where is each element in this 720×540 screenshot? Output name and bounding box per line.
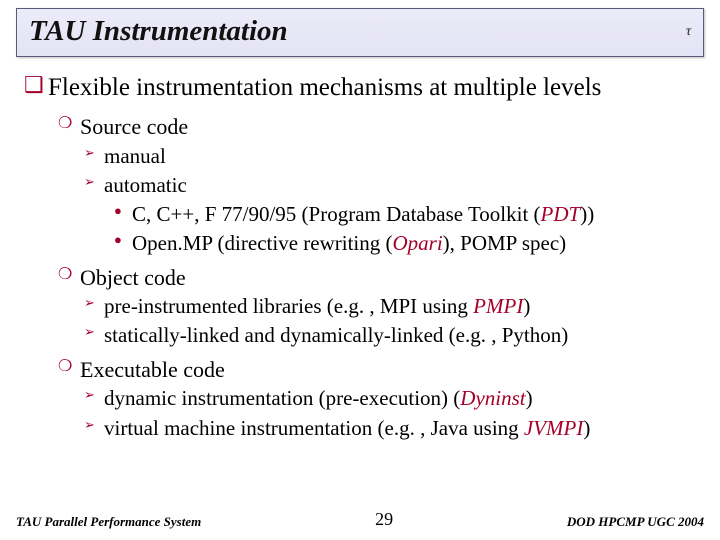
slide-footer: TAU Parallel Performance System 29 DOD H… — [0, 509, 720, 530]
bullet-level3: ➢ dynamic instrumentation (pre-execution… — [84, 385, 696, 412]
level3-text: dynamic instrumentation (pre-execution) … — [104, 385, 533, 412]
bullet-level2: ❍ Source code — [58, 113, 696, 141]
arrow-bullet-icon: ➢ — [84, 172, 104, 193]
level4-text: C, C++, F 77/90/95 (Program Database Too… — [132, 201, 594, 228]
bullet-level3: ➢ automatic — [84, 172, 696, 199]
footer-left: TAU Parallel Performance System — [16, 514, 201, 530]
bullet-level2: ❍ Object code — [58, 264, 696, 292]
slide-title: TAU Instrumentation — [29, 15, 288, 48]
level3-text: automatic — [104, 172, 187, 199]
page-number: 29 — [375, 509, 393, 530]
arrow-bullet-icon: ➢ — [84, 322, 104, 343]
level3-text: statically-linked and dynamically-linked… — [104, 322, 568, 349]
footer-right: DOD HPCMP UGC 2004 — [567, 514, 704, 530]
bullet-level3: ➢ pre-instrumented libraries (e.g. , MPI… — [84, 293, 696, 320]
emphasis: Opari — [392, 231, 442, 255]
emphasis: Dyninst — [460, 386, 525, 410]
tau-logo-icon: τ — [686, 24, 691, 40]
bullet-level2: ❍ Executable code — [58, 356, 696, 384]
title-bar: TAU Instrumentation τ — [16, 8, 704, 57]
level2-text: Object code — [80, 264, 186, 292]
bullet-level4: ● Open.MP (directive rewriting (Opari), … — [114, 230, 696, 257]
level2-text: Executable code — [80, 356, 225, 384]
emphasis: PDT — [541, 202, 581, 226]
emphasis: JVMPI — [524, 416, 583, 440]
bullet-level1: ❑ Flexible instrumentation mechanisms at… — [24, 73, 696, 103]
level3-text: virtual machine instrumentation (e.g. , … — [104, 415, 590, 442]
level3-text: pre-instrumented libraries (e.g. , MPI u… — [104, 293, 530, 320]
arrow-bullet-icon: ➢ — [84, 385, 104, 406]
disc-bullet-icon: ● — [114, 230, 132, 250]
bullet-level3: ➢ virtual machine instrumentation (e.g. … — [84, 415, 696, 442]
emphasis: PMPI — [473, 294, 523, 318]
arrow-bullet-icon: ➢ — [84, 415, 104, 436]
level1-text: Flexible instrumentation mechanisms at m… — [48, 73, 601, 103]
circle-bullet-icon: ❍ — [58, 356, 80, 378]
circle-bullet-icon: ❍ — [58, 113, 80, 135]
arrow-bullet-icon: ➢ — [84, 293, 104, 314]
slide: TAU Instrumentation τ ❑ Flexible instrum… — [0, 0, 720, 540]
square-bullet-icon: ❑ — [24, 73, 48, 97]
arrow-bullet-icon: ➢ — [84, 143, 104, 164]
slide-content: ❑ Flexible instrumentation mechanisms at… — [16, 57, 704, 442]
bullet-level3: ➢ statically-linked and dynamically-link… — [84, 322, 696, 349]
level3-text: manual — [104, 143, 166, 170]
disc-bullet-icon: ● — [114, 201, 132, 221]
bullet-level4: ● C, C++, F 77/90/95 (Program Database T… — [114, 201, 696, 228]
circle-bullet-icon: ❍ — [58, 264, 80, 286]
level4-text: Open.MP (directive rewriting (Opari), PO… — [132, 230, 566, 257]
level2-text: Source code — [80, 113, 188, 141]
bullet-level3: ➢ manual — [84, 143, 696, 170]
